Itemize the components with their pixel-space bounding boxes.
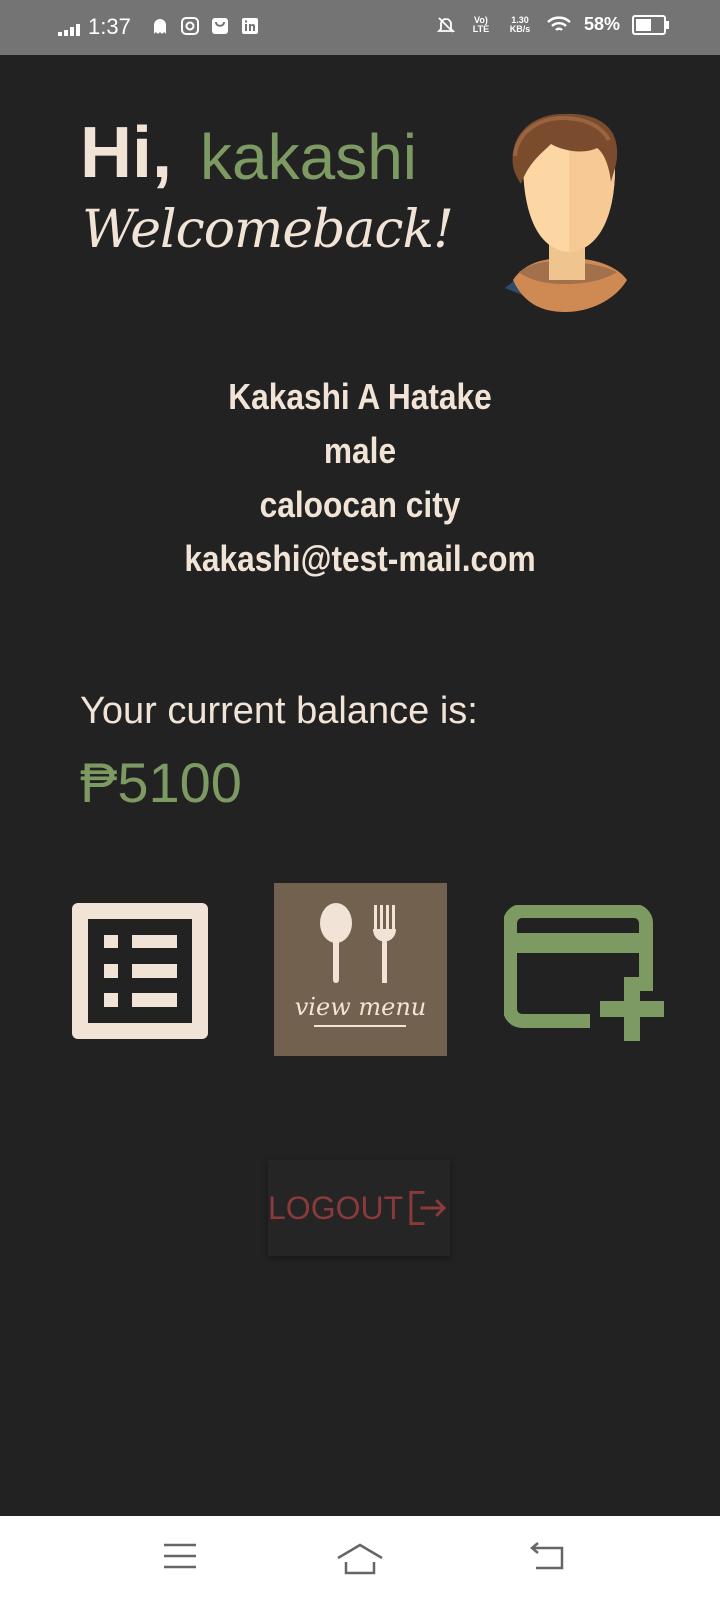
instagram-icon <box>181 17 199 35</box>
caption-underline <box>314 1025 406 1027</box>
logout-label: LOGOUT <box>268 1189 404 1226</box>
status-right: Vo) LTE 1.30 KB/s 58% <box>436 14 669 35</box>
balance-value: ₱5100 <box>80 751 242 814</box>
muted-bell-icon <box>436 16 456 33</box>
profile-city: caloocan city <box>259 484 461 525</box>
ghost-icon <box>154 19 166 34</box>
volte-indicator: Vo) LTE <box>472 14 490 34</box>
wifi-icon <box>547 15 571 31</box>
battery-icon <box>632 14 669 35</box>
balance-label: Your current balance is: <box>80 690 478 732</box>
status-bar: 1:37 Vo) LTE 1.30 KB/s 58% <box>0 0 720 55</box>
bag-icon <box>212 18 228 34</box>
greeting-username: kakashi <box>200 121 417 193</box>
spoon-fork-icon <box>320 903 396 983</box>
battery-percent: 58% <box>583 14 620 34</box>
system-nav-bar <box>0 1516 720 1600</box>
network-speed: 1.30 KB/s <box>509 14 531 34</box>
logout-arrow-icon <box>409 1190 447 1226</box>
greeting-hi: Hi, <box>80 113 173 193</box>
transactions-list-button[interactable] <box>72 903 208 1039</box>
home-icon[interactable] <box>336 1542 384 1576</box>
back-icon[interactable] <box>530 1542 566 1572</box>
logout-button[interactable]: LOGOUT <box>268 1160 450 1256</box>
profile-info: Kakashi A Hatake male caloocan city kaka… <box>0 370 720 586</box>
add-card-button[interactable] <box>504 905 672 1045</box>
linkedin-icon <box>242 18 258 34</box>
signal-icon <box>58 22 80 36</box>
view-menu-button[interactable]: view menu <box>274 883 447 1056</box>
recent-apps-icon[interactable] <box>162 1542 198 1570</box>
view-menu-caption: view menu <box>294 993 427 1021</box>
profile-gender: male <box>323 430 397 471</box>
profile-name: Kakashi A Hatake <box>228 376 492 417</box>
welcome-back-text: Welcomeback! <box>82 200 454 260</box>
notification-icons <box>150 16 260 36</box>
status-time: 1:37 <box>88 14 131 39</box>
avatar <box>505 113 627 312</box>
profile-email: kakashi@test-mail.com <box>184 538 536 579</box>
